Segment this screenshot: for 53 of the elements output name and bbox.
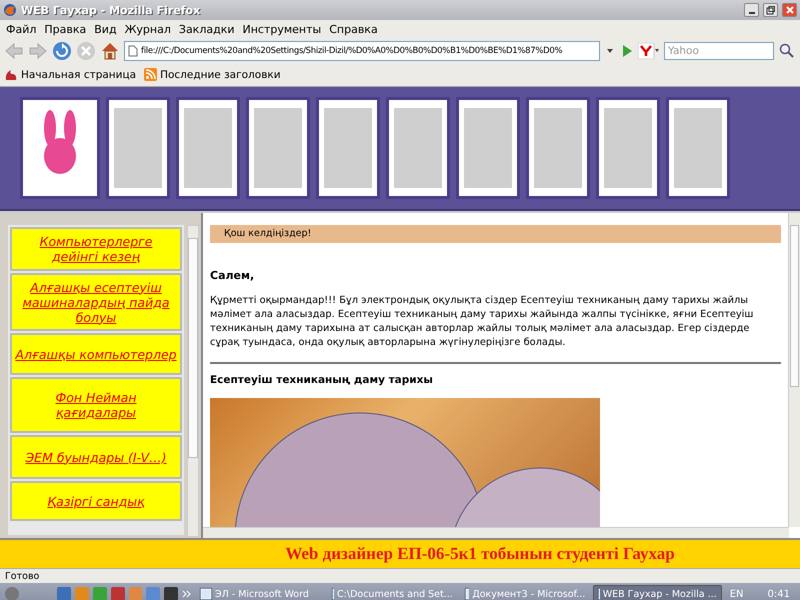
sidebar-link[interactable]: Фон Нейман қағидалары <box>10 377 182 433</box>
window-title: WEB Гаухар - Mozilla Firefox <box>21 4 202 16</box>
scrollbar[interactable] <box>187 225 199 537</box>
sidebar-link[interactable]: ЭЕМ буындары (I-V…) <box>10 435 182 479</box>
quick-launch-icon[interactable] <box>164 587 178 600</box>
chevron-icon[interactable] <box>182 589 192 599</box>
window-icon <box>200 588 212 600</box>
flame-icon <box>4 68 18 82</box>
restore-button[interactable] <box>763 3 778 17</box>
taskbar-button[interactable]: WEB Гаухар - Mozilla ... <box>593 585 722 600</box>
welcome-banner: Қош келдіңіздер! <box>210 225 781 243</box>
footer-caption: Web дизайнер ЕП-06-5к1 тобынын студенті Гаухар <box>285 544 675 564</box>
address-field[interactable]: file:///C:/Documents%20and%20Settings/Shizil-Dizil/%D0%A0%D0%B0%D0%B1%D0%BE%D1%87%D0% <box>124 40 600 60</box>
search-icon[interactable] <box>778 42 796 60</box>
close-button[interactable] <box>782 3 797 17</box>
taskbar-button[interactable]: Документ3 - Microsof... <box>460 585 590 600</box>
clock-text: 0:41 <box>768 588 790 600</box>
quick-launch-icon[interactable] <box>110 587 125 600</box>
minimize-button[interactable] <box>744 3 759 17</box>
status-text: Готово <box>5 570 40 582</box>
menu-item[interactable]: Инструменты <box>238 22 326 36</box>
taskbar-button[interactable]: C:\Documents and Set... <box>328 585 457 600</box>
menu-item[interactable]: Справка <box>325 22 382 36</box>
home-icon[interactable] <box>100 40 120 60</box>
menu-item[interactable]: Вид <box>90 22 121 36</box>
window-icon <box>464 588 470 600</box>
reload-icon[interactable] <box>52 40 72 60</box>
menu-item[interactable]: Журнал <box>120 22 175 36</box>
greeting-text: Салем, <box>210 269 256 282</box>
sidebar-link[interactable]: Алғашқы компьютерлер <box>10 333 182 375</box>
sidebar-link[interactable]: Қазіргі сандық <box>10 481 182 521</box>
start-icon[interactable] <box>4 586 20 600</box>
menu-item[interactable]: Закладки <box>174 22 238 36</box>
intro-paragraph: Құрметті оқырмандар!!! Бұл электрондық оқулықта сіздер Есептеуіш техниканың даму тарихы жайлы мәлімет ала аласыздар. Есептеуіш техниканың даму тарихы жайында жалпы түсінікке, яғни Есептеуіш техниканың даму тарихына ат салысқан авторлар жайлы толық мәлімет ала аласыздар. Егер сіздерде сұрақ туындаса, онда оқулық авторларына жүгінулеріңізге болады. <box>210 294 754 350</box>
menu-item[interactable]: Правка <box>40 22 90 36</box>
sidebar-link[interactable]: Компьютерлерге дейінгі кезең <box>10 227 182 271</box>
feed-icon <box>144 68 158 81</box>
forward-arrow-icon[interactable] <box>28 42 48 60</box>
bookmark-link[interactable]: Последние заголовки <box>160 68 281 80</box>
taskbar-button[interactable]: ЭЛ - Microsoft Word <box>196 585 324 600</box>
language-indicator[interactable]: EN <box>730 588 744 600</box>
page-icon <box>128 44 138 56</box>
back-arrow-icon[interactable] <box>4 42 24 60</box>
menu-item[interactable]: Файл <box>2 22 40 36</box>
restore-icon <box>766 6 775 14</box>
scrollbar[interactable] <box>788 213 800 527</box>
window-icon <box>332 588 334 600</box>
close-icon <box>786 6 794 14</box>
bookmark-link[interactable]: Начальная страница <box>21 68 136 80</box>
horizontal-scrollbar[interactable] <box>203 527 789 538</box>
section-heading: Есептеуіш техниканың даму тарихы <box>210 374 434 386</box>
search-field[interactable]: Yahoo <box>664 42 774 60</box>
sidebar-link[interactable]: Алғашқы есептеуіш машиналардың пайда болуы <box>10 273 182 331</box>
